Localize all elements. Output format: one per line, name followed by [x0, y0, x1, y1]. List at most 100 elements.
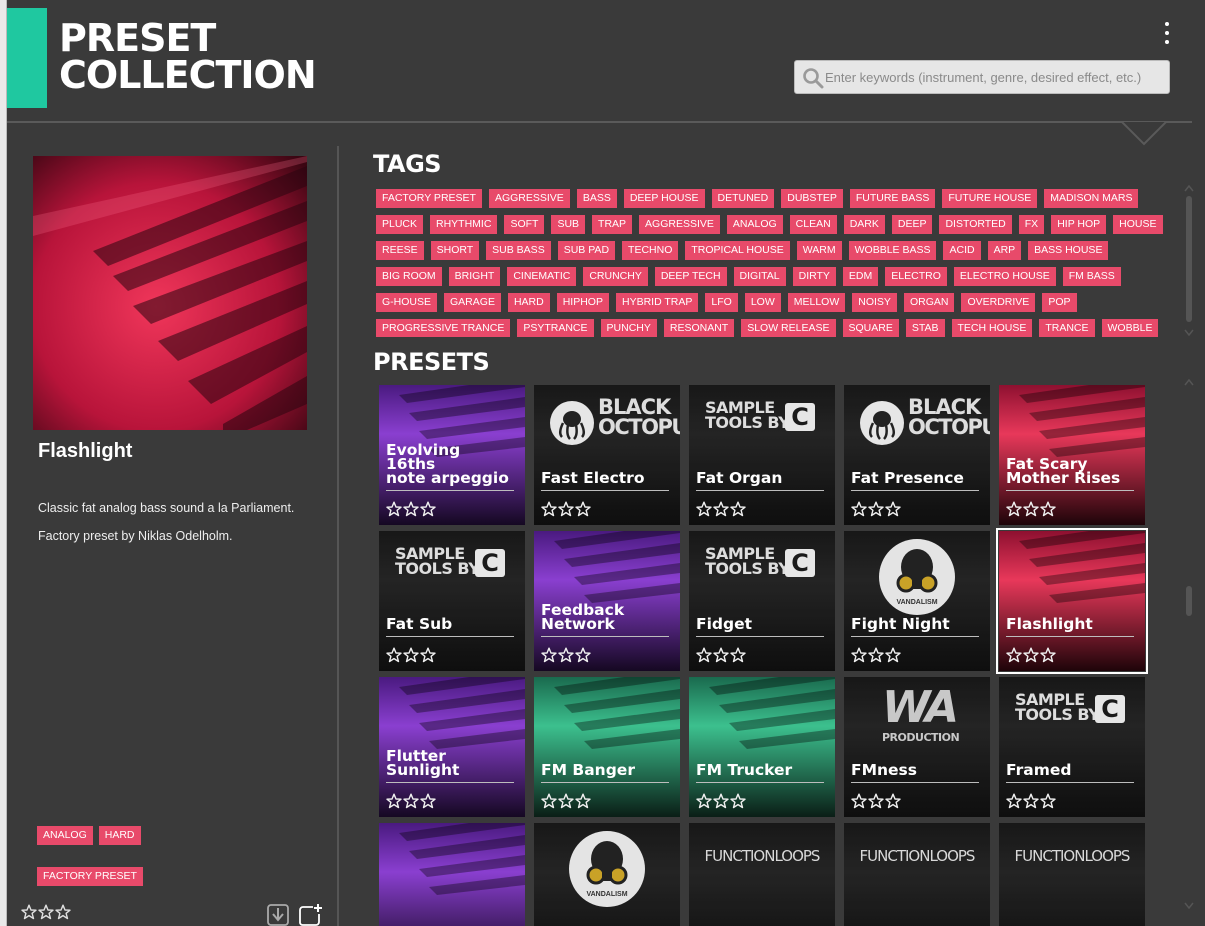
- tag-chip[interactable]: SUB BASS: [486, 241, 551, 260]
- star-outline-icon[interactable]: [558, 793, 574, 809]
- tag-chip[interactable]: FACTORY PRESET: [376, 189, 482, 208]
- star-outline-icon[interactable]: [1040, 647, 1056, 663]
- preset-tile[interactable]: [379, 823, 525, 926]
- tag-chip[interactable]: NOISY: [852, 293, 897, 312]
- tag-chip[interactable]: BIG ROOM: [376, 267, 442, 286]
- star-outline-icon[interactable]: [386, 501, 402, 517]
- preset-tile[interactable]: VANDALISM: [534, 823, 680, 926]
- tag-chip[interactable]: DIGITAL: [733, 267, 786, 286]
- tag-chip[interactable]: HIP HOP: [1051, 215, 1107, 234]
- star-outline-icon[interactable]: [386, 793, 402, 809]
- preset-rating[interactable]: [1006, 793, 1056, 809]
- tag-chip[interactable]: PSYTRANCE: [517, 319, 594, 337]
- tag-chip[interactable]: DARK: [843, 215, 885, 234]
- tag-chip[interactable]: MELLOW: [787, 293, 846, 312]
- tag-chip[interactable]: SUB: [551, 215, 586, 234]
- download-icon[interactable]: [267, 904, 291, 926]
- star-outline-icon[interactable]: [420, 501, 436, 517]
- star-outline-icon[interactable]: [713, 647, 729, 663]
- tag-chip[interactable]: WOBBLE BASS: [848, 241, 937, 260]
- star-outline-icon[interactable]: [420, 647, 436, 663]
- tag-chip[interactable]: BASS: [576, 189, 617, 208]
- preset-tile[interactable]: Flutter Sunlight: [379, 677, 525, 817]
- preset-tile[interactable]: SAMPLE TOOLS BY C Fat Organ: [689, 385, 835, 525]
- preset-rating[interactable]: [386, 793, 436, 809]
- tag-chip[interactable]: TRAP: [592, 215, 633, 234]
- tag-chip[interactable]: SLOW RELEASE: [741, 319, 836, 337]
- tag-chip[interactable]: ANALOG: [726, 215, 783, 234]
- tag-chip[interactable]: MADISON MARS: [1044, 189, 1139, 208]
- tag-chip[interactable]: DEEP: [891, 215, 933, 234]
- star-outline-icon[interactable]: [885, 793, 901, 809]
- preset-tile[interactable]: BLACKOCTOPUS Fat Presence: [844, 385, 990, 525]
- star-outline-icon[interactable]: [1006, 793, 1022, 809]
- preset-tile[interactable]: BLACKOCTOPUS Fast Electro: [534, 385, 680, 525]
- tag-chip[interactable]: TECH HOUSE: [951, 319, 1033, 337]
- tag-chip[interactable]: BRIGHT: [448, 267, 501, 286]
- add-to-list-icon[interactable]: [299, 904, 323, 926]
- star-outline-icon[interactable]: [1023, 793, 1039, 809]
- preset-rating[interactable]: [696, 793, 746, 809]
- tag-chip[interactable]: CLEAN: [789, 215, 837, 234]
- star-outline-icon[interactable]: [558, 647, 574, 663]
- tag-chip[interactable]: FUTURE BASS: [849, 189, 936, 208]
- tag-chip[interactable]: SQUARE: [842, 319, 899, 337]
- tag-chip[interactable]: BASS HOUSE: [1028, 241, 1109, 260]
- star-outline-icon[interactable]: [541, 793, 557, 809]
- star-outline-icon[interactable]: [1023, 647, 1039, 663]
- preset-tile[interactable]: Flashlight: [996, 528, 1148, 674]
- presets-scroll-up-icon[interactable]: [1184, 378, 1194, 386]
- preset-rating[interactable]: [386, 647, 436, 663]
- star-outline-icon[interactable]: [730, 793, 746, 809]
- star-outline-icon[interactable]: [541, 501, 557, 517]
- star-outline-icon[interactable]: [1006, 647, 1022, 663]
- star-outline-icon[interactable]: [420, 793, 436, 809]
- tag-chip[interactable]: CRUNCHY: [583, 267, 648, 286]
- star-outline-icon[interactable]: [1023, 501, 1039, 517]
- star-outline-icon[interactable]: [1040, 793, 1056, 809]
- tag-chip[interactable]: G-HOUSE: [376, 293, 438, 312]
- preset-tile[interactable]: Evolving 16ths note arpeggio: [379, 385, 525, 525]
- presets-scrollbar[interactable]: [1186, 586, 1192, 616]
- tag-chip[interactable]: FUTURE HOUSE: [942, 189, 1038, 208]
- tag-chip[interactable]: EDM: [842, 267, 879, 286]
- star-outline-icon[interactable]: [851, 647, 867, 663]
- star-outline-icon[interactable]: [851, 793, 867, 809]
- tag-chip[interactable]: RHYTHMIC: [430, 215, 498, 234]
- preset-tile[interactable]: FUNCTIONLOOPS: [844, 823, 990, 926]
- preset-tile[interactable]: Fat Scary Mother Rises: [999, 385, 1145, 525]
- tag-chip[interactable]: POP: [1042, 293, 1077, 312]
- star-outline-icon[interactable]: [696, 647, 712, 663]
- preset-tile[interactable]: VANDALISM Fight Night: [844, 531, 990, 671]
- selected-preset-rating[interactable]: [21, 904, 71, 920]
- star-outline-icon[interactable]: [696, 793, 712, 809]
- tag-chip[interactable]: ELECTRO HOUSE: [953, 267, 1056, 286]
- star-outline-icon[interactable]: [713, 793, 729, 809]
- star-outline-icon[interactable]: [541, 647, 557, 663]
- star-outline-icon[interactable]: [21, 904, 37, 920]
- preset-tile[interactable]: FM Trucker: [689, 677, 835, 817]
- presets-scroll-down-icon[interactable]: [1184, 902, 1194, 910]
- tags-scroll-up-icon[interactable]: [1184, 184, 1194, 192]
- star-outline-icon[interactable]: [386, 647, 402, 663]
- tag-chip[interactable]: AGGRESSIVE: [488, 189, 570, 208]
- tag-chip[interactable]: ORGAN: [903, 293, 955, 312]
- tag-chip[interactable]: AGGRESSIVE: [639, 215, 720, 234]
- star-outline-icon[interactable]: [885, 647, 901, 663]
- preset-tile[interactable]: FUNCTIONLOOPS: [999, 823, 1145, 926]
- tag-chip[interactable]: DIRTY: [792, 267, 836, 286]
- star-outline-icon[interactable]: [868, 793, 884, 809]
- preset-tile[interactable]: SAMPLE TOOLS BY C Framed: [999, 677, 1145, 817]
- search-box[interactable]: [794, 60, 1170, 94]
- preset-rating[interactable]: [696, 647, 746, 663]
- tag-chip[interactable]: PROGRESSIVE TRANCE: [376, 319, 511, 337]
- star-outline-icon[interactable]: [558, 501, 574, 517]
- star-outline-icon[interactable]: [403, 793, 419, 809]
- star-outline-icon[interactable]: [403, 647, 419, 663]
- tag-chip[interactable]: WOBBLE: [1101, 319, 1159, 337]
- tag-chip[interactable]: LOW: [744, 293, 781, 312]
- tag-chip[interactable]: DETUNED: [711, 189, 775, 208]
- tag-chip[interactable]: ANALOG: [37, 826, 93, 845]
- tag-chip[interactable]: TRANCE: [1039, 319, 1095, 337]
- tag-chip[interactable]: DUBSTEP: [781, 189, 843, 208]
